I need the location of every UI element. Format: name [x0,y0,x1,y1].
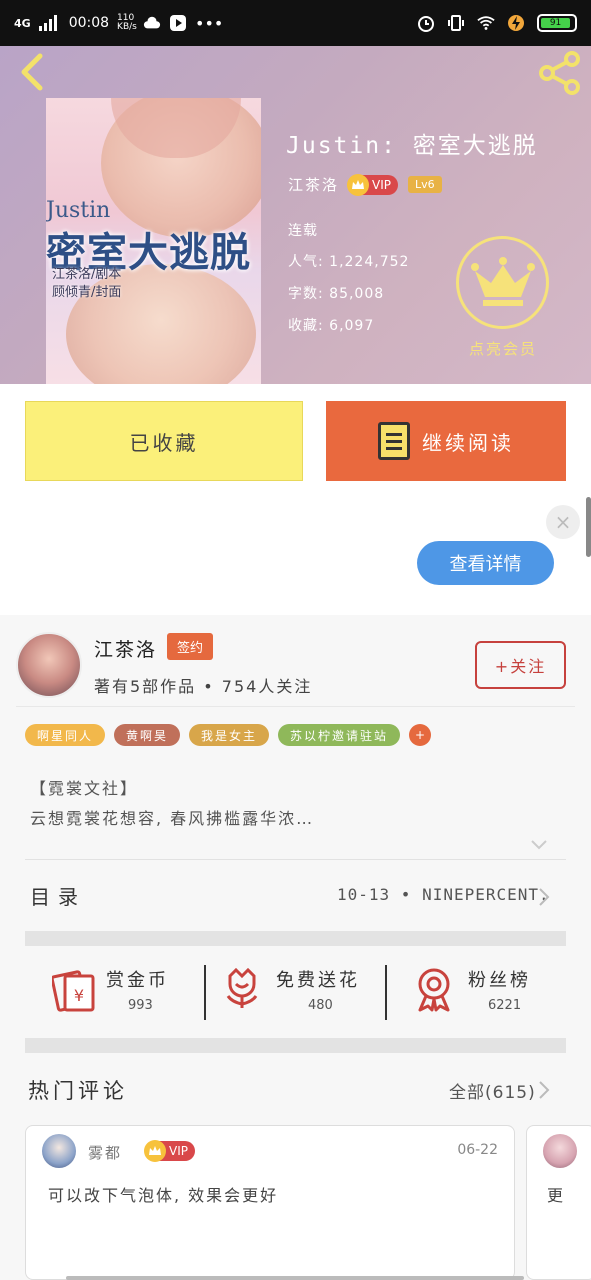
chevron-right-icon[interactable] [537,1080,551,1100]
crown-icon [144,1140,166,1162]
vip-badge: VIP [347,173,398,196]
net-speed: 110 KB/s [117,13,137,32]
chevron-down-icon[interactable] [530,836,548,854]
video-app-icon [170,15,187,31]
wifi-icon [477,16,495,30]
book-favorites: 收藏: 6,097 [288,318,375,334]
back-icon[interactable] [14,52,50,92]
more-tags-button[interactable]: + [409,724,432,746]
light-vip-button[interactable] [456,236,549,329]
view-details-button[interactable]: 查看详情 [417,541,554,585]
book-icon [378,422,410,460]
all-comments-link[interactable]: 全部(615) [449,1078,536,1103]
stat-value: 6221 [488,998,522,1013]
toc-latest-chapter[interactable]: 10-13 • NINEPERCENT. [337,885,550,904]
section-separator [25,1038,566,1053]
tag-item[interactable]: 我是女主 [189,724,270,746]
commenter-name[interactable]: 雾都 [88,1142,122,1163]
author-intro-line1: 【霓裳文社】 [30,779,139,798]
divider [16,706,575,707]
clock: 00:08 [68,15,110,31]
commenter-avatar[interactable] [543,1134,577,1168]
action-bar: 已收藏 继续阅读 [0,384,591,497]
book-header: Justin 密室大逃脱 江茶洛/剧本 顾倾青/封面 Justin: 密室大逃脱… [0,46,591,384]
battery-icon: 91 [537,14,577,32]
signal-icon [38,15,57,31]
author-name[interactable]: 江茶洛 [94,635,157,662]
fan-ranking-stat[interactable]: 粉丝榜 6221 [414,960,564,1020]
follow-button[interactable]: +关注 [475,641,566,689]
ad-banner: × 查看详情 [0,497,591,615]
book-cover[interactable]: Justin 密室大逃脱 江茶洛/剧本 顾倾青/封面 [46,98,261,384]
light-vip-label: 点亮会员 [468,340,537,358]
tag-item[interactable]: 啊星同人 [25,724,106,746]
author-section: 江茶洛 签约 著有5部作品 • 754人关注 +关注 啊星同人 黄啊昊 我是女主… [0,615,591,1280]
section-separator [25,931,566,946]
favorited-button[interactable]: 已收藏 [25,401,303,481]
divider [25,859,566,860]
stat-value: 993 [128,998,153,1013]
flower-icon [226,967,258,1008]
tag-item[interactable]: 苏以柠邀请驻站 [278,724,401,746]
book-word-count: 字数: 85,008 [288,286,385,302]
book-status: 连载 [288,223,318,239]
share-icon[interactable] [537,50,583,96]
level-badge: Lv6 [408,176,442,193]
scrollbar[interactable] [586,497,591,557]
network-type: 4G [14,16,31,30]
stat-label: 免费送花 [276,970,360,991]
reward-coins-stat[interactable]: ¥ 赏金币 993 [52,960,202,1020]
red-envelope-icon: ¥ [52,970,95,1012]
comment-text: 更 [547,1186,564,1205]
comment-text: 可以改下气泡体, 效果会更好 [48,1186,279,1205]
divider [204,965,206,1020]
book-popularity: 人气: 1,224,752 [288,254,410,270]
stat-label: 赏金币 [106,970,169,991]
vibrate-icon [448,15,464,31]
comment-card[interactable]: 雾都 VIP 06-22 可以改下气泡体, 效果会更好 [25,1125,515,1280]
continue-reading-label: 继续阅读 [422,430,514,455]
signed-badge: 签约 [167,633,214,660]
hot-comments-title: 热门评论 [28,1079,128,1103]
medal-icon [418,968,450,1012]
alarm-icon [418,16,434,32]
battery-level: 91 [541,18,571,28]
divider [385,965,387,1020]
stat-label: 粉丝榜 [468,970,531,991]
vip-badge: VIP [144,1140,195,1162]
author-summary: 著有5部作品 • 754人关注 [94,677,313,696]
crown-icon [470,256,535,306]
status-bar: 4G 00:08 110 KB/s ••• 91 [0,0,591,46]
horizontal-scrollbar[interactable] [66,1276,524,1280]
vip-label: VIP [372,177,391,192]
book-title: Justin: 密室大逃脱 [286,133,538,159]
comment-date: 06-22 [457,1142,498,1158]
cover-credit-cover: 顾倾青/封面 [52,285,122,300]
chevron-right-icon[interactable] [537,887,551,907]
toc-label[interactable]: 目录 [30,881,86,910]
continue-reading-button[interactable]: 继续阅读 [326,401,566,481]
tag-item[interactable]: 黄啊昊 [114,724,181,746]
stat-value: 480 [308,998,333,1013]
crown-icon [347,173,370,196]
free-flower-stat[interactable]: 免费送花 480 [222,960,382,1020]
author-intro-line2: 云想霓裳花想容, 春风拂槛露华浓… [30,809,315,828]
cloud-icon [143,16,161,29]
charging-icon [508,15,524,31]
commenter-avatar[interactable] [42,1134,76,1168]
svg-text:¥: ¥ [74,986,84,1005]
comment-card[interactable]: 更 [526,1125,591,1280]
author-row: 江茶洛 VIP Lv6 [288,173,442,196]
tag-list: 啊星同人 黄啊昊 我是女主 苏以柠邀请驻站 + [25,724,432,746]
more-notifications-icon: ••• [195,13,224,33]
cover-credit-script: 江茶洛/剧本 [52,267,122,282]
author-name[interactable]: 江茶洛 [288,174,339,195]
author-avatar[interactable] [16,632,82,698]
vip-label: VIP [169,1144,188,1158]
close-icon[interactable]: × [546,505,580,539]
